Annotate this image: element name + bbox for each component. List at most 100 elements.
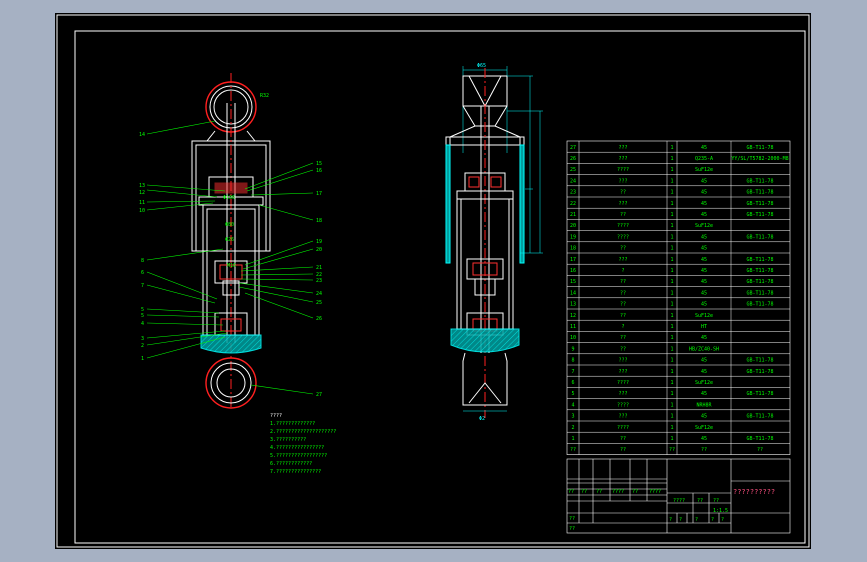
dim-phi136: Φ136 [223, 195, 235, 201]
callout-21: 21 [316, 265, 322, 271]
table-cell: 1 [670, 178, 673, 184]
table-cell: 1 [670, 167, 673, 173]
callout-23: 23 [316, 278, 322, 284]
table-cell: HB/ZC40-SH [689, 346, 719, 352]
table-cell: 45 [701, 268, 707, 274]
callout-14: 14 [139, 132, 145, 138]
table-cell: ?? [620, 313, 626, 319]
dim-m16: M16 [227, 263, 236, 269]
table-cell: GB-T11-78 [746, 268, 773, 274]
table-cell: ?? [620, 346, 626, 352]
table-cell: 45 [701, 234, 707, 240]
drawing-sheet: 14 13 12 11 10 8 6 7 5 5 4 3 2 1 15 16 1… [55, 13, 811, 549]
table-cell: GB-T11-78 [746, 290, 773, 296]
table-cell: ??? [618, 178, 627, 184]
table-cell: GB-T11-78 [746, 234, 773, 240]
callout-12: 12 [139, 190, 145, 196]
dim-phi80: Φ80 [225, 222, 234, 228]
table-cell: ? [621, 324, 624, 330]
table-cell: 26 [570, 156, 576, 162]
notes-line-2: 2.???????????????????? [270, 429, 336, 435]
table-cell: 1 [670, 212, 673, 218]
tb-sheet-4: ? [721, 517, 724, 523]
table-cell: 1 [670, 257, 673, 263]
table-cell: 1 [670, 268, 673, 274]
table-cell: 1 [670, 391, 673, 397]
table-cell: 45 [701, 335, 707, 341]
cad-viewport[interactable]: 14 13 12 11 10 8 6 7 5 5 4 3 2 1 15 16 1… [0, 0, 867, 562]
table-cell: ?? [620, 279, 626, 285]
table-cell: 3 [571, 414, 574, 420]
table-cell: ??? [618, 414, 627, 420]
table-cell: 45 [701, 290, 707, 296]
callout-13: 13 [139, 183, 145, 189]
dim-r32: R32 [260, 93, 269, 99]
tb-label-0: ?? [569, 516, 575, 522]
table-cell: ??? [618, 369, 627, 375]
table-cell: 1 [571, 436, 574, 442]
table-cell: 1 [670, 190, 673, 196]
callout-5b: 5 [141, 313, 144, 319]
callout-15: 15 [316, 161, 322, 167]
table-cell: 27 [570, 145, 576, 151]
table-cell: ??? [618, 257, 627, 263]
table-cell: 7 [571, 369, 574, 375]
table-header-cell: ?? [669, 447, 675, 453]
table-cell: ?? [620, 212, 626, 218]
callout-19: 19 [316, 239, 322, 245]
table-cell: ?? [620, 302, 626, 308]
table-cell: 1 [670, 223, 673, 229]
notes-line-4: 4.???????????????? [270, 445, 324, 451]
tb-sheet-3: ? [711, 517, 714, 523]
table-cell: 12 [570, 313, 576, 319]
table-cell: 1 [670, 145, 673, 151]
table-cell: 45 [701, 279, 707, 285]
table-header-cell: ?? [701, 447, 707, 453]
table-cell: 17 [570, 257, 576, 263]
table-cell: 23 [570, 190, 576, 196]
tb-scale-0: ???? [673, 498, 685, 504]
tb-sign-0: ?? [568, 489, 574, 495]
table-cell: ?? [620, 436, 626, 442]
table-cell: 1 [670, 290, 673, 296]
parts-table: 27??? 1 45 GB-T11-78 26??? 1 Q235-A YY/SL/T5782… [566, 140, 791, 455]
table-cell: 45 [701, 246, 707, 252]
callout-20: 20 [316, 247, 322, 253]
table-cell: 45 [701, 391, 707, 397]
table-cell: 25 [570, 167, 576, 173]
table-cell: 8 [571, 358, 574, 364]
table-cell: Q235-A [695, 156, 713, 162]
table-cell: 45 [701, 436, 707, 442]
table-cell: 22 [570, 201, 576, 207]
table-cell: 45 [701, 190, 707, 196]
table-cell: 6 [571, 380, 574, 386]
callout-8: 8 [141, 258, 144, 264]
table-cell: HT [701, 324, 707, 330]
tb-sign-4: ?? [632, 489, 638, 495]
table-cell: ?? [620, 246, 626, 252]
table-cell: GB-T11-78 [746, 257, 773, 263]
dim-phi26: Φ26 [225, 237, 234, 243]
table-cell: 45 [701, 178, 707, 184]
table-cell: 45 [701, 302, 707, 308]
tb-scale-2: ?? [713, 498, 719, 504]
tb-sheet-0: ? [669, 517, 672, 523]
table-cell: 1 [670, 324, 673, 330]
table-cell: GB-T11-78 [746, 436, 773, 442]
table-cell: ??? [618, 391, 627, 397]
callout-16: 16 [316, 168, 322, 174]
table-cell: GB-T11-78 [746, 414, 773, 420]
table-cell: 1 [670, 313, 673, 319]
callout-25: 25 [316, 300, 322, 306]
table-cell: ?? [620, 190, 626, 196]
table-cell: 1 [670, 425, 673, 431]
table-cell: YY/SL/T5782-2000-M8 [731, 156, 788, 162]
table-cell: NRH8R [696, 402, 712, 408]
table-cell: GB-T11-78 [746, 212, 773, 218]
table-cell: 13 [570, 302, 576, 308]
notes-line-1: 1.????????????? [270, 421, 315, 427]
callout-2: 2 [141, 343, 144, 349]
table-cell: 1 [670, 246, 673, 252]
table-cell: 1 [670, 414, 673, 420]
callout-24: 24 [316, 291, 322, 297]
